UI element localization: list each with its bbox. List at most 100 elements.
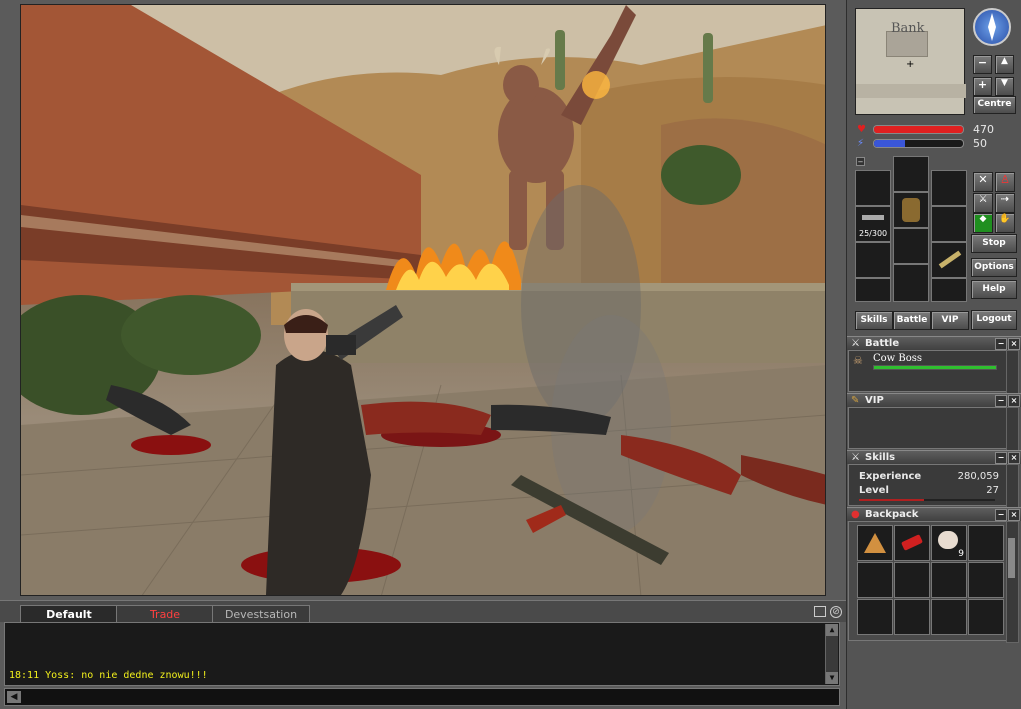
compass-icon[interactable] (973, 8, 1011, 46)
scroll-up-icon[interactable]: ▲ (826, 624, 838, 636)
backpack-slot[interactable] (968, 562, 1004, 598)
close-icon[interactable]: × (1008, 395, 1020, 407)
mana-bar (873, 139, 964, 148)
backpack-slot[interactable] (894, 525, 930, 561)
battle-scrollbar[interactable] (1006, 350, 1019, 394)
heart-icon: ♥ (857, 124, 866, 135)
backpack-slot[interactable] (894, 562, 930, 598)
slot-ring[interactable] (855, 242, 891, 278)
down-arrow-icon[interactable]: ▼ (995, 77, 1014, 96)
battle-title-label: Battle (865, 338, 900, 349)
slot-tool[interactable] (931, 242, 967, 278)
minimize-icon[interactable]: − (995, 395, 1007, 407)
chat-tab-bar: Default Trade Devestsation ⊘ (0, 600, 846, 623)
swords-icon: ⚔ (851, 338, 860, 349)
centre-button[interactable]: Centre (973, 96, 1016, 114)
slot-weapon[interactable]: 25/300 (855, 206, 891, 242)
minimize-icon[interactable]: − (995, 509, 1007, 521)
speaker-icon[interactable]: ◀ (7, 691, 21, 703)
slot-neck[interactable] (855, 170, 891, 206)
vip-toggle-button[interactable]: VIP (931, 311, 969, 330)
tab-default[interactable]: Default (20, 605, 118, 623)
minimize-icon[interactable]: − (995, 338, 1007, 350)
vip-scrollbar[interactable] (1006, 407, 1019, 451)
game-viewport[interactable] (20, 4, 826, 596)
options-button[interactable]: Options (971, 258, 1017, 277)
backpack-window-title[interactable]: ● Backpack − × (847, 507, 1021, 521)
logout-button[interactable]: Logout (971, 310, 1017, 330)
scroll-thumb[interactable] (1008, 538, 1015, 578)
chat-input[interactable] (25, 690, 835, 704)
slot-feet[interactable] (893, 264, 929, 302)
close-icon[interactable]: × (1008, 338, 1020, 350)
chat-input-row: ◀ (4, 688, 840, 706)
up-arrow-icon[interactable]: ▲ (995, 55, 1014, 74)
shield-icon[interactable]: ◆ (973, 213, 993, 233)
slot-legs[interactable] (893, 228, 929, 264)
level-progress-bar (859, 499, 995, 501)
cat-head-icon (938, 531, 958, 549)
backpack-slot[interactable] (894, 599, 930, 635)
backpack-slot[interactable] (968, 599, 1004, 635)
gun-icon (862, 215, 884, 220)
battle-window-title[interactable]: ⚔ Battle − × (847, 336, 1021, 350)
slot-offhand[interactable] (931, 206, 967, 242)
backpack-slot[interactable] (968, 525, 1004, 561)
battle-window-body: ☠ Cow Boss (848, 350, 1008, 392)
player-position-icon: + (906, 59, 915, 70)
backpack-slot[interactable] (857, 562, 893, 598)
slot-extra[interactable] (931, 278, 967, 302)
backpack-slot[interactable] (857, 525, 893, 561)
health-bar (873, 125, 964, 134)
sword-icon[interactable]: ⚔ (973, 193, 993, 213)
scroll-down-icon[interactable]: ▼ (826, 672, 838, 684)
slot-ammo[interactable] (855, 278, 891, 302)
slot-body[interactable] (893, 192, 929, 228)
stop-button[interactable]: Stop (971, 234, 1017, 253)
skills-scrollbar[interactable] (1006, 464, 1019, 508)
zoom-in-icon[interactable]: + (973, 77, 992, 96)
right-panel: Bank + − ▲ + ▼ Centre ♥ 470 ⚡ 50 − 25/30… (846, 0, 1021, 709)
stand-icon[interactable]: ♙ (995, 172, 1015, 192)
battle-toggle-button[interactable]: Battle (893, 311, 931, 330)
attack-mode-icon[interactable]: ✕ (973, 172, 993, 192)
collapse-equipment-icon[interactable]: − (856, 157, 865, 166)
minimize-icon[interactable]: − (995, 452, 1007, 464)
skills-window-title[interactable]: ⚔ Skills − × (847, 450, 1021, 464)
hand-icon[interactable]: ✋ (995, 213, 1015, 233)
game-scene (21, 5, 825, 595)
help-button[interactable]: Help (971, 280, 1017, 299)
backpack-slot[interactable] (857, 599, 893, 635)
experience-value: 280,059 (957, 471, 999, 482)
pizza-icon (864, 533, 886, 553)
backpack-slot[interactable]: 9 (931, 525, 967, 561)
chat-scrollbar[interactable]: ▲ ▼ (825, 624, 838, 684)
item-count: 9 (958, 549, 964, 559)
minimap-road (856, 84, 966, 98)
slot-head[interactable] (893, 156, 929, 192)
maximize-chat-icon[interactable] (814, 606, 826, 617)
minimap[interactable]: Bank + (855, 8, 966, 115)
tab-devestsation[interactable]: Devestsation (212, 605, 310, 623)
mana-icon: ⚡ (857, 138, 865, 149)
skills-toggle-button[interactable]: Skills (855, 311, 893, 330)
vip-pen-icon: ✎ (851, 395, 860, 406)
close-icon[interactable]: × (1008, 509, 1020, 521)
target-health-bar (873, 365, 997, 370)
slot-backpack[interactable] (931, 170, 967, 206)
run-icon[interactable]: ⇢ (995, 193, 1015, 213)
vip-window-title[interactable]: ✎ VIP − × (847, 393, 1021, 407)
tab-trade[interactable]: Trade (116, 605, 214, 623)
minimap-label: Bank (891, 21, 925, 36)
close-icon[interactable]: × (1008, 452, 1020, 464)
armor-icon (902, 198, 920, 222)
skills-window-body: Experience 280,059 Level 27 (848, 464, 1008, 506)
target-name[interactable]: Cow Boss (873, 353, 922, 364)
mana-value: 50 (973, 137, 987, 150)
zoom-out-icon[interactable]: − (973, 55, 992, 74)
close-chat-icon[interactable]: ⊘ (830, 606, 842, 618)
vip-title-label: VIP (865, 395, 884, 406)
backpack-scrollbar[interactable] (1006, 521, 1019, 643)
backpack-slot[interactable] (931, 599, 967, 635)
backpack-slot[interactable] (931, 562, 967, 598)
